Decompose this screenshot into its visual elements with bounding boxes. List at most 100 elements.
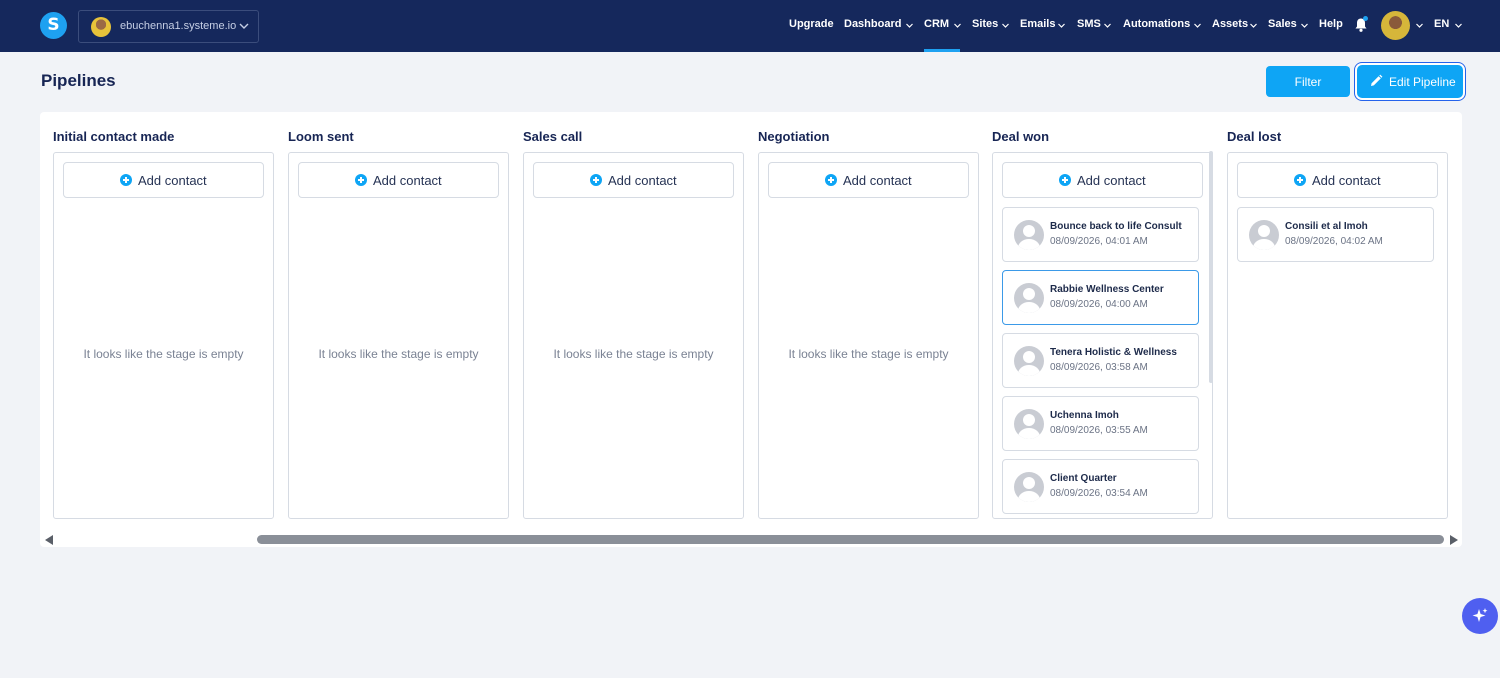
stage-title: Deal won: [992, 129, 1050, 144]
nav-assets-label: Assets: [1212, 18, 1249, 30]
domain-selector[interactable]: ebuchenna1.systeme.io: [78, 10, 259, 43]
edit-pipeline-button[interactable]: Edit Pipeline: [1357, 65, 1463, 98]
stage-column-deal-won: Add contact Bounce back to life Consult …: [992, 152, 1213, 519]
nav-dashboard-label: Dashboard: [844, 18, 902, 30]
contact-name: Client Quarter: [1050, 473, 1117, 484]
sparkle-icon: [1472, 608, 1488, 622]
chevron-down-icon: [1194, 23, 1201, 28]
contact-name: Rabbie Wellness Center: [1050, 284, 1164, 295]
stage-title: Sales call: [523, 129, 583, 144]
nav-sms[interactable]: SMS: [1077, 18, 1111, 34]
add-contact-button[interactable]: Add contact: [533, 162, 734, 198]
systeme-logo[interactable]: S: [40, 12, 67, 39]
chevron-down-icon: [906, 23, 913, 28]
contact-date: 08/09/2026, 04:02 AM: [1285, 236, 1383, 247]
chevron-down-icon: [1301, 23, 1308, 28]
plus-circle-icon: [825, 174, 837, 186]
stage-title: Negotiation: [758, 129, 830, 144]
nav-crm-label: CRM: [924, 18, 950, 30]
nav-help[interactable]: Help: [1319, 18, 1343, 34]
chevron-down-icon: [954, 23, 961, 28]
nav-assets[interactable]: Assets: [1212, 18, 1257, 34]
nav-automations[interactable]: Automations: [1123, 18, 1201, 34]
nav-upgrade[interactable]: Upgrade: [789, 18, 834, 34]
top-navigation-bar: S ebuchenna1.systeme.io Upgrade Dashboar…: [0, 0, 1500, 52]
nav-automations-label: Automations: [1123, 18, 1191, 30]
chevron-down-icon: [1250, 23, 1257, 28]
stage-column-sales-call: Add contact It looks like the stage is e…: [523, 152, 744, 519]
stage-column-deal-lost: Add contact Consili et al Imoh 08/09/202…: [1227, 152, 1448, 519]
chevron-down-icon: [1104, 23, 1111, 28]
contact-name: Consili et al Imoh: [1285, 221, 1368, 232]
chevron-down-icon: [1058, 23, 1065, 28]
language-selector[interactable]: EN: [1434, 18, 1462, 34]
nav-crm[interactable]: CRM: [924, 18, 961, 34]
contact-card[interactable]: Consili et al Imoh 08/09/2026, 04:02 AM: [1237, 207, 1434, 262]
active-nav-indicator: [924, 49, 960, 52]
plus-circle-icon: [120, 174, 132, 186]
nav-sms-label: SMS: [1077, 18, 1101, 30]
stage-column-initial-contact-made: Add contact It looks like the stage is e…: [53, 152, 274, 519]
contact-date: 08/09/2026, 04:00 AM: [1050, 299, 1148, 310]
add-contact-label: Add contact: [843, 173, 912, 188]
contact-date: 08/09/2026, 04:01 AM: [1050, 236, 1148, 247]
stage-column-negotiation: Add contact It looks like the stage is e…: [758, 152, 979, 519]
stage-column-loom-sent: Add contact It looks like the stage is e…: [288, 152, 509, 519]
chevron-down-icon: [1002, 23, 1009, 28]
contact-card[interactable]: Tenera Holistic & Wellness 08/09/2026, 0…: [1002, 333, 1199, 388]
contact-card[interactable]: Uchenna Imoh 08/09/2026, 03:55 AM: [1002, 396, 1199, 451]
nav-dashboard[interactable]: Dashboard: [844, 18, 913, 34]
page-title: Pipelines: [41, 71, 116, 90]
plus-circle-icon: [355, 174, 367, 186]
stage-title: Initial contact made: [53, 129, 175, 144]
notification-dot: [1363, 16, 1368, 21]
plus-circle-icon: [590, 174, 602, 186]
filter-button[interactable]: Filter: [1266, 66, 1350, 97]
nav-sites-label: Sites: [972, 18, 999, 30]
add-contact-label: Add contact: [608, 173, 677, 188]
stage-title: Deal lost: [1227, 129, 1282, 144]
avatar-placeholder-icon: [1249, 220, 1279, 250]
contact-card[interactable]: Rabbie Wellness Center 08/09/2026, 04:00…: [1002, 270, 1199, 325]
add-contact-button[interactable]: Add contact: [1002, 162, 1203, 198]
edit-pipeline-label: Edit Pipeline: [1389, 75, 1456, 89]
scroll-left-arrow-icon[interactable]: [45, 535, 53, 545]
plus-circle-icon: [1294, 174, 1306, 186]
pipeline-board: Initial contact made Add contact It look…: [40, 112, 1462, 547]
empty-stage-message: It looks like the stage is empty: [83, 347, 244, 361]
ai-assistant-button[interactable]: [1462, 598, 1498, 634]
horizontal-scrollbar-thumb[interactable]: [257, 535, 1444, 544]
chevron-down-icon: [1455, 23, 1462, 28]
chevron-down-icon[interactable]: [1415, 21, 1424, 30]
contact-card[interactable]: Client Quarter 08/09/2026, 03:54 AM: [1002, 459, 1199, 514]
empty-stage-message: It looks like the stage is empty: [553, 347, 714, 361]
stage-title: Loom sent: [288, 129, 354, 144]
nav-emails[interactable]: Emails: [1020, 18, 1065, 34]
add-contact-label: Add contact: [1312, 173, 1381, 188]
domain-avatar: [91, 17, 111, 37]
language-label: EN: [1434, 18, 1450, 30]
pencil-icon: [1371, 74, 1383, 86]
nav-sites[interactable]: Sites: [972, 18, 1009, 34]
avatar-placeholder-icon: [1014, 346, 1044, 376]
contact-card[interactable]: Bounce back to life Consult 08/09/2026, …: [1002, 207, 1199, 262]
contact-date: 08/09/2026, 03:55 AM: [1050, 425, 1148, 436]
nav-sales-label: Sales: [1268, 18, 1297, 30]
avatar-placeholder-icon: [1014, 220, 1044, 250]
scroll-right-arrow-icon[interactable]: [1450, 535, 1458, 545]
plus-circle-icon: [1059, 174, 1071, 186]
chevron-down-icon: [239, 23, 249, 29]
add-contact-button[interactable]: Add contact: [768, 162, 969, 198]
stage-vertical-scrollbar[interactable]: [1209, 151, 1213, 383]
add-contact-label: Add contact: [138, 173, 207, 188]
contact-date: 08/09/2026, 03:54 AM: [1050, 488, 1148, 499]
nav-sales[interactable]: Sales: [1268, 18, 1308, 34]
empty-stage-message: It looks like the stage is empty: [318, 347, 479, 361]
domain-name: ebuchenna1.systeme.io: [120, 20, 237, 32]
add-contact-button[interactable]: Add contact: [298, 162, 499, 198]
user-avatar[interactable]: [1381, 11, 1410, 40]
add-contact-button[interactable]: Add contact: [63, 162, 264, 198]
avatar-placeholder-icon: [1014, 283, 1044, 313]
avatar-placeholder-icon: [1014, 472, 1044, 502]
add-contact-button[interactable]: Add contact: [1237, 162, 1438, 198]
